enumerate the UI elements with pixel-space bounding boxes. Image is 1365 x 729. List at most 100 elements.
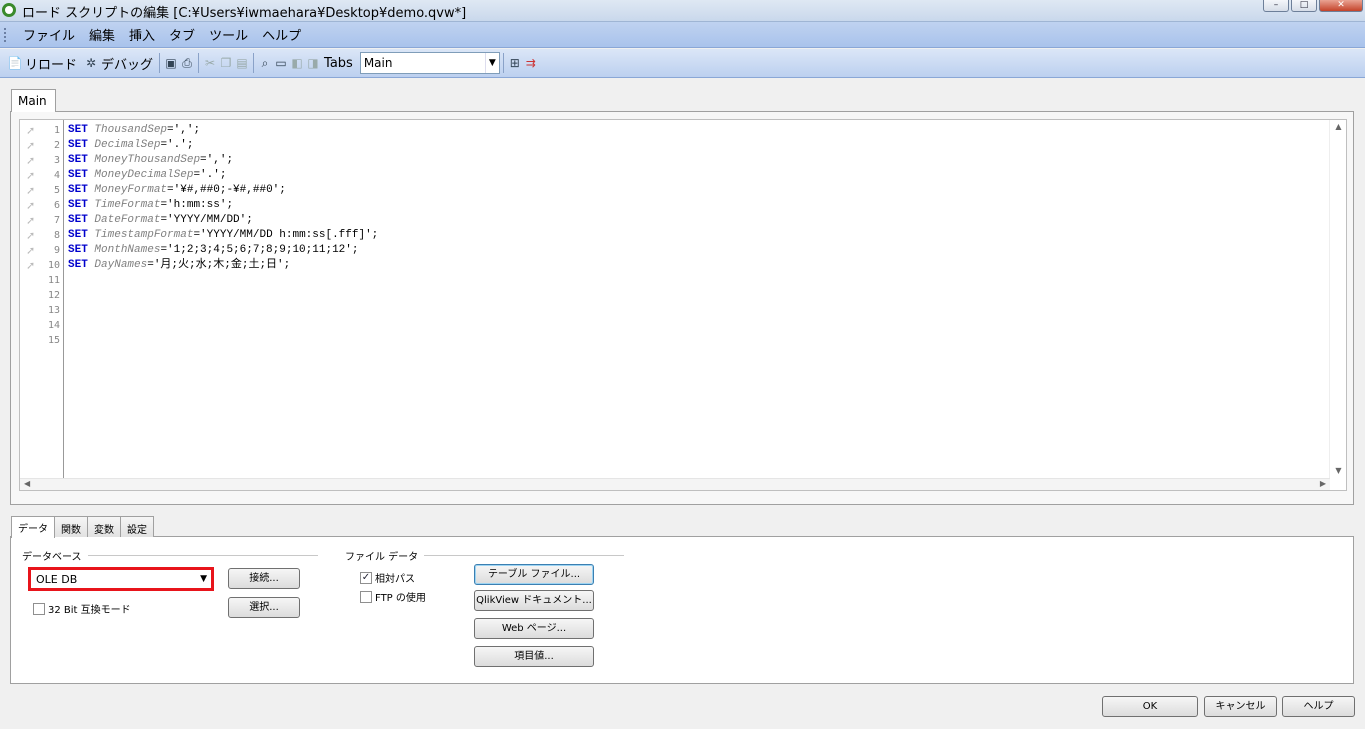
menu-help[interactable]: ヘルプ [255,25,308,44]
code-line: SET DecimalSep='.'; [68,138,193,153]
ok-button[interactable]: OK [1102,696,1198,717]
save-icon[interactable]: ▣ [163,55,179,71]
value: ='.'; [160,139,194,151]
value: ='¥#,##0;-¥#,##0'; [167,184,286,196]
menu-tab[interactable]: タブ [162,25,202,44]
syntax-check-icon[interactable]: ⇉ [523,55,539,71]
variable: MonthNames [94,244,161,256]
value: ='.'; [193,169,227,181]
line-number: 7 [53,215,60,226]
keyword: SET [68,214,88,226]
line-number: 13 [47,305,60,316]
cut-icon[interactable]: ✂ [202,55,218,71]
paste-icon[interactable]: ▤ [234,55,250,71]
script-tab-main[interactable]: Main [11,89,56,112]
pin-icon: ➚ [26,214,36,227]
maximize-button[interactable]: □ [1291,0,1317,12]
file-data-group-label: ファイル データ [345,552,419,563]
script-editor[interactable]: ➚ ➚ ➚ ➚ ➚ ➚ ➚ ➚ ➚ ➚ 1 2 3 4 5 6 7 8 9 10… [19,119,1347,491]
scroll-left-icon[interactable]: ◀ [24,479,30,488]
keyword: SET [68,139,88,151]
menu-edit[interactable]: 編集 [82,25,122,44]
scroll-right-icon[interactable]: ▶ [1320,479,1326,488]
window-controls: – □ ✕ [1263,0,1363,12]
table-viewer-icon[interactable]: ⊞ [507,55,523,71]
bit32-checkbox[interactable]: 32 Bit 互換モード [33,601,131,616]
reload-button[interactable]: 📄 リロード [4,54,80,73]
variable: DateFormat [94,214,161,226]
line-number: 14 [47,320,60,331]
line-number: 11 [47,275,60,286]
web-page-button[interactable]: Web ページ... [474,618,594,639]
minimize-button[interactable]: – [1263,0,1289,12]
pin-icon: ➚ [26,244,36,257]
copy-icon[interactable]: ❐ [218,55,234,71]
menu-grip[interactable] [4,27,8,42]
demote-tab-icon[interactable]: ◨ [305,55,321,71]
qlikview-document-button[interactable]: QlikView ドキュメント... [474,590,594,611]
menu-bar: ファイル 編集 挿入 タブ ツール ヘルプ [0,22,1365,48]
menu-file[interactable]: ファイル [16,25,82,44]
help-button[interactable]: ヘルプ [1282,696,1355,717]
menu-tools[interactable]: ツール [202,25,255,44]
code-line: SET TimeFormat='h:mm:ss'; [68,198,233,213]
code-line: SET TimestampFormat='YYYY/MM/DD h:mm:ss[… [68,228,378,243]
cancel-button[interactable]: キャンセル [1204,696,1277,717]
relative-path-checkbox[interactable]: ✓ 相対パス [360,570,415,585]
connect-button[interactable]: 接続... [228,568,300,589]
line-gutter: ➚ ➚ ➚ ➚ ➚ ➚ ➚ ➚ ➚ ➚ 1 2 3 4 5 6 7 8 9 10… [20,120,64,482]
variable: TimestampFormat [94,229,194,241]
vertical-scrollbar[interactable]: ▲ ▼ [1329,120,1346,482]
code-line: SET MoneyDecimalSep='.'; [68,168,226,183]
value: ='h:mm:ss'; [160,199,234,211]
checkbox-box[interactable] [360,590,372,603]
toolbar-separator [159,53,161,73]
tabs-label: Tabs [324,55,353,71]
database-group: データベース [22,548,318,563]
promote-tab-icon[interactable]: ◧ [289,55,305,71]
toolbar-separator [253,53,255,73]
window-title: ロード スクリプトの編集 [C:¥Users¥iwmaehara¥Desktop… [22,6,467,21]
code-line: SET DayNames='月;火;水;木;金;土;日'; [68,258,290,273]
qlikview-app-icon [2,3,16,17]
scroll-down-icon[interactable]: ▼ [1330,466,1347,480]
line-number: 8 [53,230,60,241]
value: ='月;火;水;木;金;土;日'; [147,259,291,271]
print-icon[interactable]: ⎙ [179,55,195,71]
tab-settings[interactable]: 設定 [120,516,154,537]
pin-icon: ➚ [26,139,36,152]
title-bar: ロード スクリプトの編集 [C:¥Users¥iwmaehara¥Desktop… [0,0,1365,22]
horizontal-scrollbar[interactable]: ◀ ▶ [20,478,1330,490]
tabs-dropdown[interactable]: Main ▼ [359,52,500,74]
menu-insert[interactable]: 挿入 [122,25,162,44]
field-value-button[interactable]: 項目値... [474,646,594,667]
reload-label: リロード [25,57,78,73]
find-icon[interactable]: ⌕ [257,55,273,71]
chevron-down-icon[interactable]: ▼ [200,574,207,584]
chevron-down-icon[interactable]: ▼ [484,53,499,73]
pin-icon: ➚ [26,184,36,197]
debug-button[interactable]: ✲ デバッグ [80,54,156,73]
new-tab-icon[interactable]: ▭ [273,55,289,71]
script-editor-frame: ➚ ➚ ➚ ➚ ➚ ➚ ➚ ➚ ➚ ➚ 1 2 3 4 5 6 7 8 9 10… [10,111,1354,505]
close-button[interactable]: ✕ [1319,0,1363,12]
keyword: SET [68,124,88,136]
scroll-up-icon[interactable]: ▲ [1330,122,1347,136]
toolbar-separator [198,53,200,73]
database-select[interactable]: OLE DB ▼ [28,567,214,591]
bottom-tab-strip: データ 関数 変数 設定 [11,516,154,538]
tab-functions[interactable]: 関数 [54,516,88,537]
checkbox-box[interactable] [33,602,45,615]
select-button[interactable]: 選択... [228,597,300,618]
code-line: SET MoneyThousandSep=','; [68,153,233,168]
checkmark-icon[interactable]: ✓ [360,571,372,584]
pin-icon: ➚ [26,199,36,212]
pin-icon: ➚ [26,124,36,137]
value: =','; [167,124,201,136]
tab-variables[interactable]: 変数 [87,516,121,537]
keyword: SET [68,154,88,166]
table-file-button[interactable]: テーブル ファイル... [474,564,594,585]
value: ='YYYY/MM/DD'; [160,214,253,226]
tab-data[interactable]: データ [11,516,55,538]
ftp-checkbox[interactable]: FTP の使用 [360,589,426,604]
